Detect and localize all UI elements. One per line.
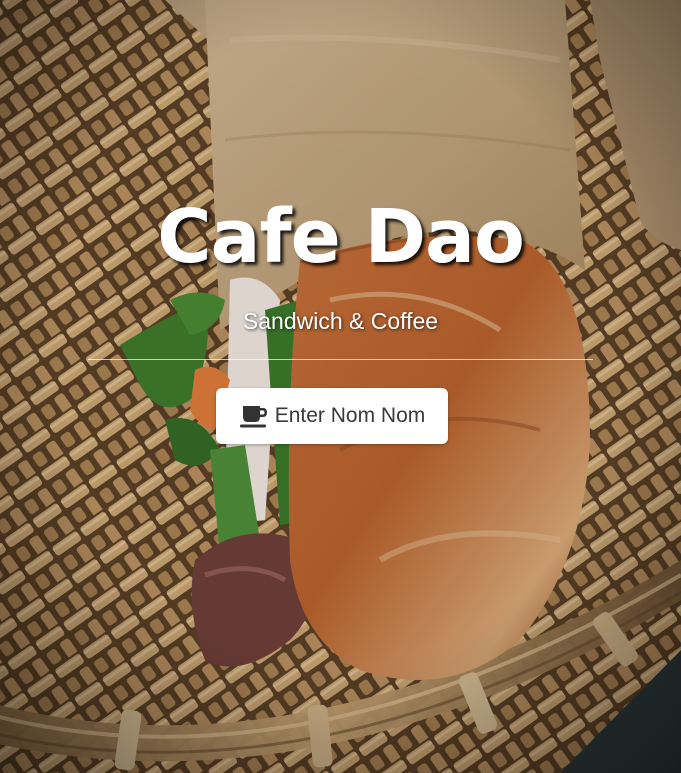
enter-button-label: Enter Nom Nom bbox=[274, 404, 426, 427]
coffee-cup-icon bbox=[239, 403, 269, 429]
title-divider bbox=[88, 359, 593, 360]
hero-section: Cafe Dao Sandwich & Coffee Enter Nom Nom bbox=[0, 0, 681, 773]
hero-content: Cafe Dao Sandwich & Coffee Enter Nom Nom bbox=[0, 0, 681, 773]
enter-button[interactable]: Enter Nom Nom bbox=[216, 388, 448, 444]
site-title: Cafe Dao bbox=[157, 194, 525, 280]
site-tagline: Sandwich & Coffee bbox=[242, 308, 439, 334]
